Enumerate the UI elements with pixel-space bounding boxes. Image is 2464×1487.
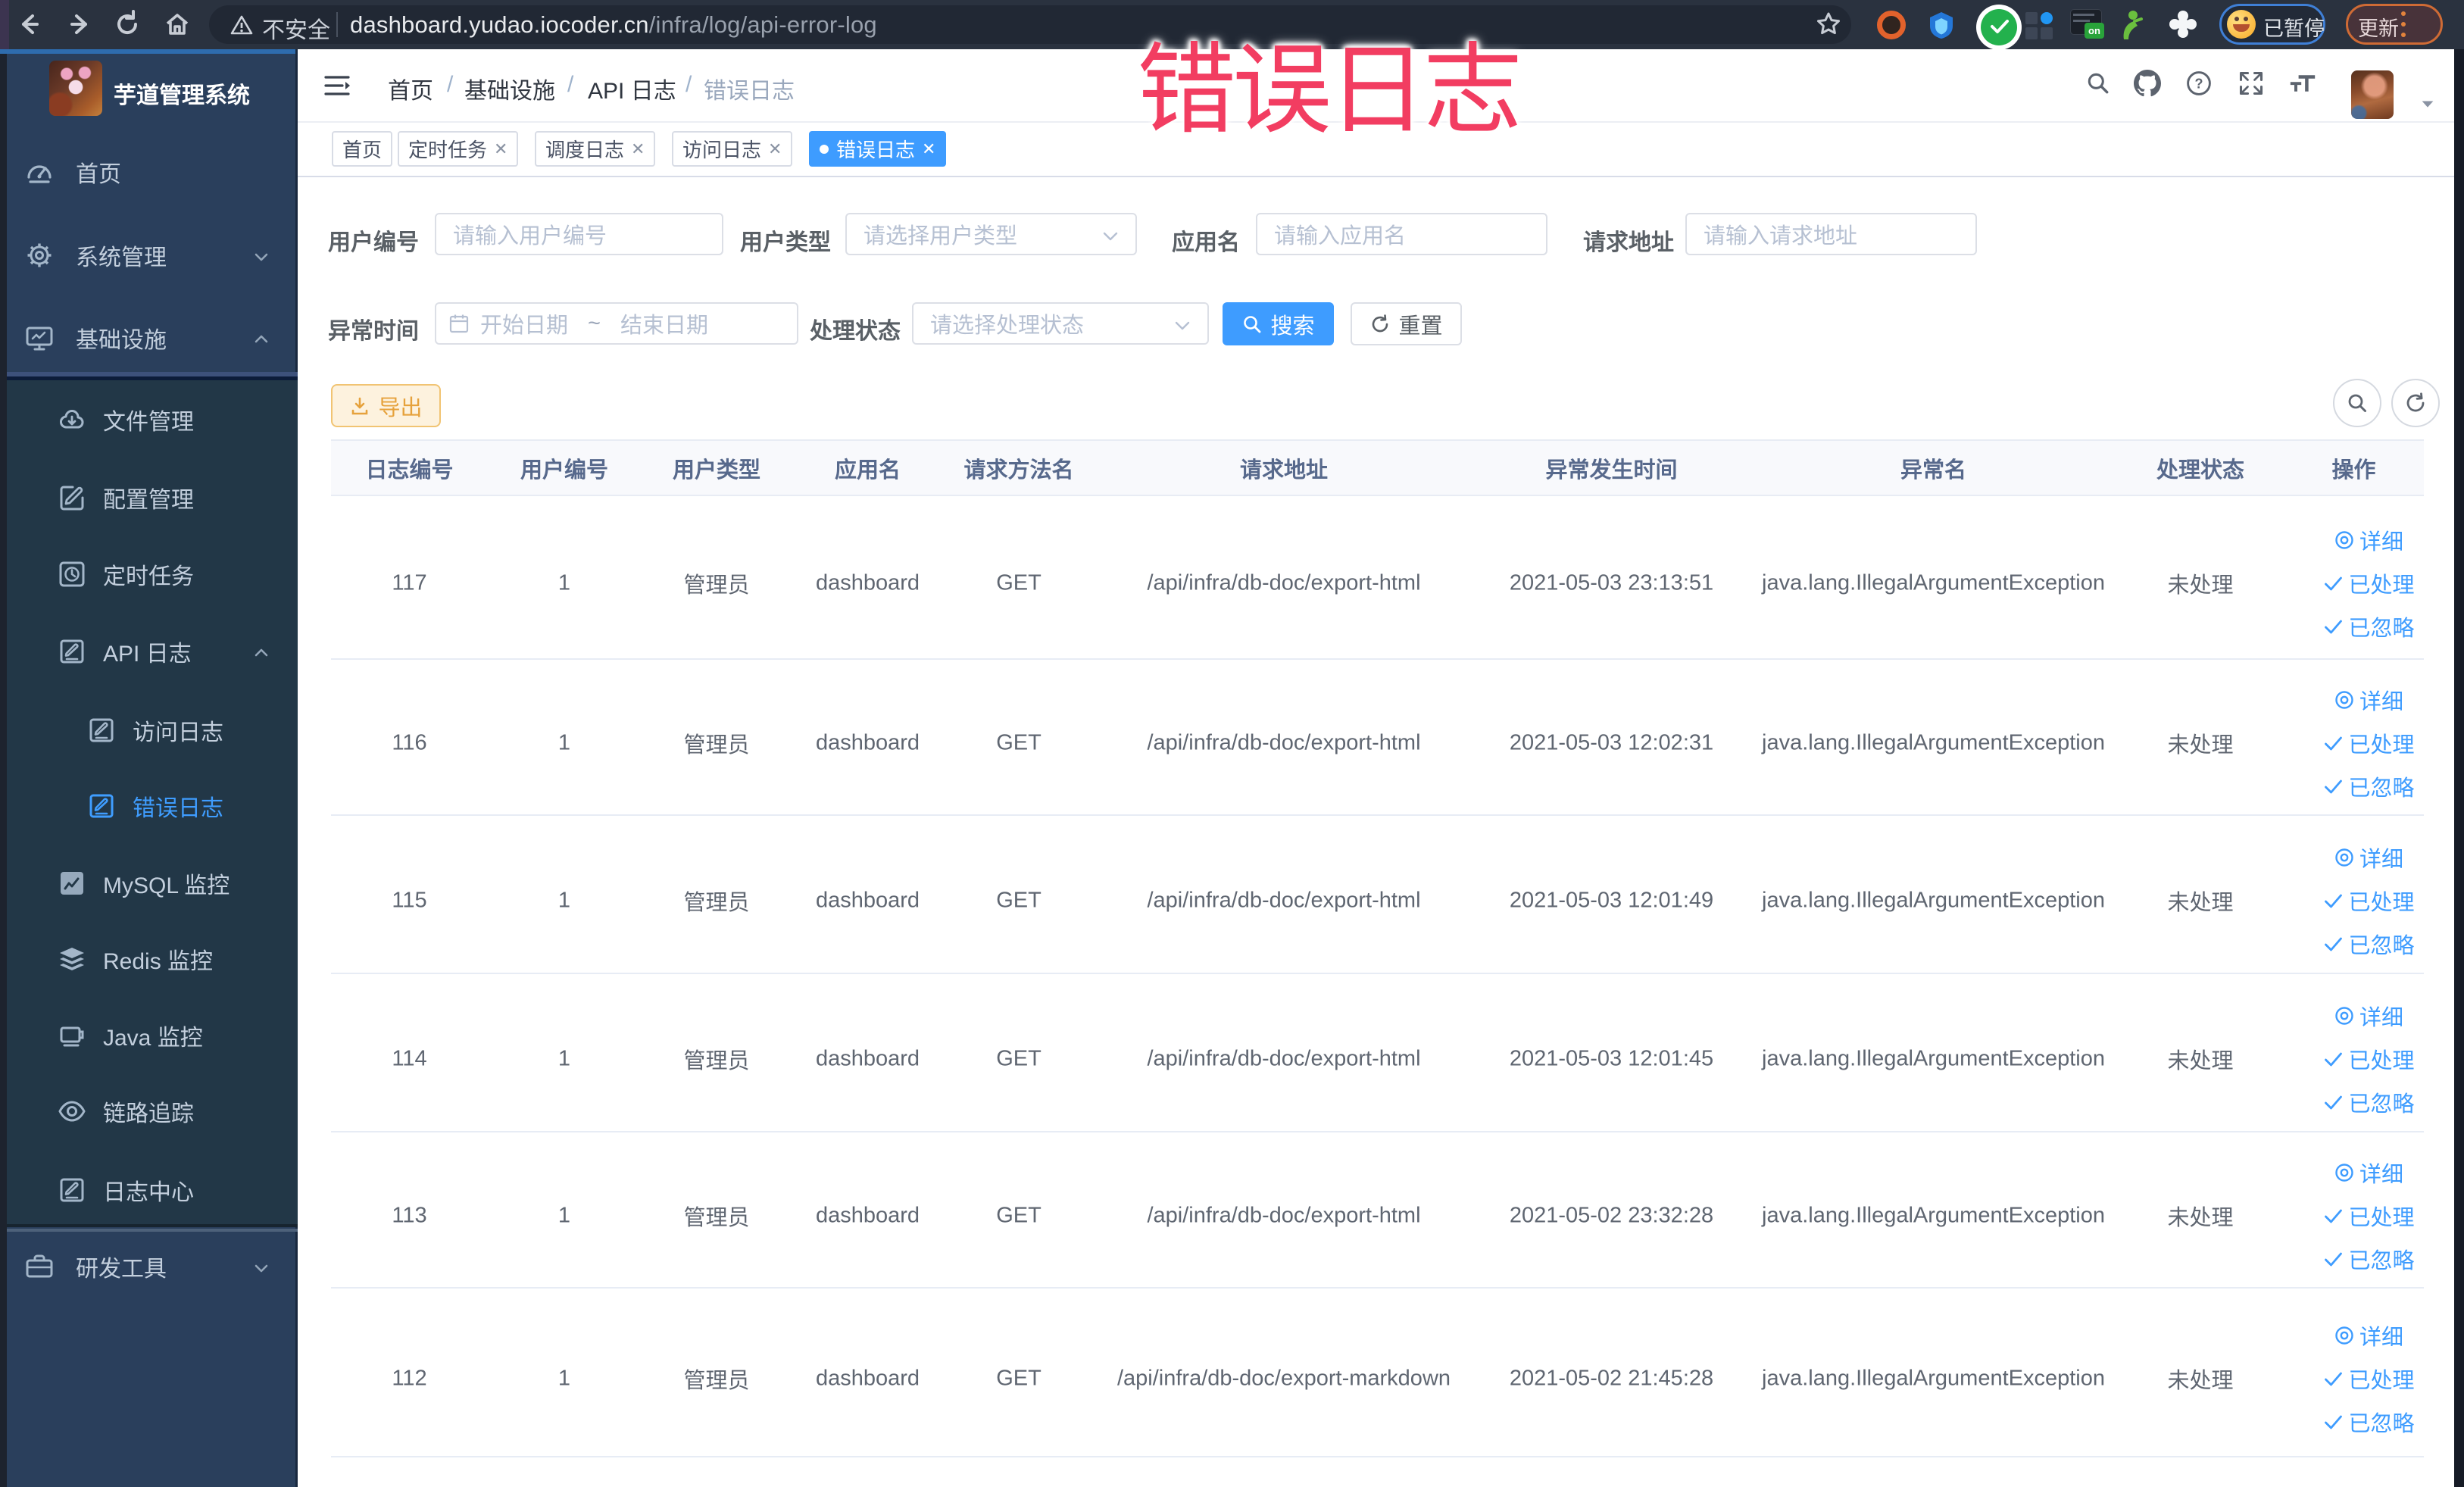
svg-text:?: ?: [2195, 76, 2203, 91]
